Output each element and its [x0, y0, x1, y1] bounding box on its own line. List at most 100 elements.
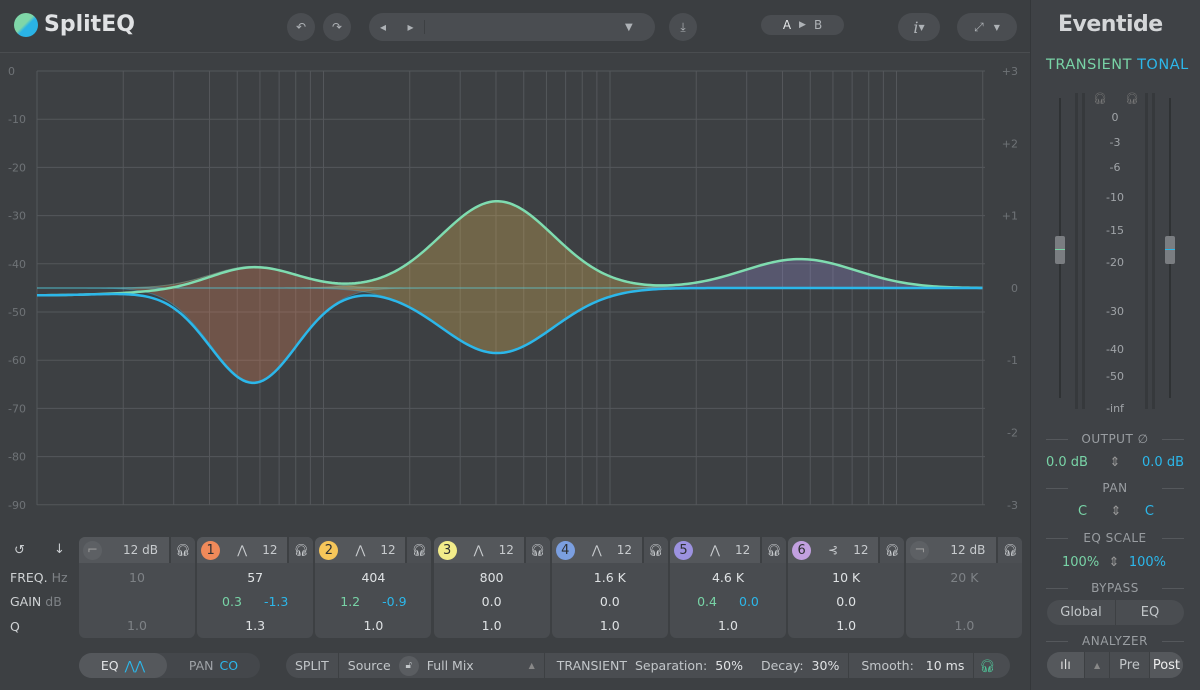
- eqscale-transient-value[interactable]: 100%: [1062, 555, 1099, 570]
- solo-transient-icon[interactable]: 🎧︎: [1093, 92, 1107, 105]
- analyzer-up-icon[interactable]: ▲: [1085, 652, 1111, 678]
- headphones-icon[interactable]: 🎧︎: [760, 537, 786, 563]
- q-value[interactable]: 1.0: [670, 613, 786, 637]
- slope-value[interactable]: 12: [617, 543, 642, 557]
- bell-icon[interactable]: ⋀: [587, 543, 607, 557]
- q-value[interactable]: 1.0: [906, 613, 1022, 637]
- link-stepper-icon[interactable]: ⇕: [1109, 555, 1120, 570]
- q-value[interactable]: 1.0: [434, 613, 550, 637]
- band-1[interactable]: 1 ⋀ 12 🎧︎ 57 0.3 -1.3 1.3: [197, 537, 314, 638]
- freq-value[interactable]: 10 K: [788, 565, 904, 589]
- gain-transient-value[interactable]: 0.3: [222, 594, 242, 609]
- separation-value[interactable]: 50%: [715, 658, 743, 673]
- gain-value[interactable]: 0.0: [600, 594, 620, 609]
- band-number-badge[interactable]: 2: [319, 540, 339, 560]
- solo-tonal-icon[interactable]: 🎧︎: [1125, 92, 1139, 105]
- slope-value[interactable]: 12 dB: [939, 543, 996, 557]
- prev-preset-button[interactable]: ◂: [369, 20, 397, 34]
- tonal-label[interactable]: TONAL: [1137, 57, 1189, 73]
- analyzer-pre-button[interactable]: Pre: [1110, 652, 1150, 678]
- high-shelf-icon[interactable]: ⊰: [823, 543, 843, 557]
- headphones-icon[interactable]: 🎧︎: [287, 537, 314, 563]
- freq-value[interactable]: 800: [434, 565, 550, 589]
- headphones-icon[interactable]: 🎧︎: [996, 537, 1023, 563]
- bell-icon[interactable]: ⋀: [350, 543, 370, 557]
- eqscale-tonal-value[interactable]: 100%: [1129, 555, 1166, 570]
- slope-value[interactable]: 12: [853, 543, 878, 557]
- bell-icon[interactable]: ⋀: [232, 543, 252, 557]
- source-selector[interactable]: Source 🔓︎ Full Mix ▲: [339, 653, 545, 678]
- bypass-eq-button[interactable]: EQ: [1116, 605, 1184, 620]
- tonal-fader-handle[interactable]: [1165, 236, 1175, 264]
- undo-button[interactable]: ↶: [287, 13, 315, 41]
- gain-value[interactable]: 0.0: [482, 594, 502, 609]
- bell-icon[interactable]: ⋀: [705, 543, 725, 557]
- pan-mode-button[interactable]: PAN CO: [167, 658, 260, 673]
- resize-button[interactable]: ⤢ ▼: [957, 13, 1017, 41]
- gain-value[interactable]: 0.0: [836, 594, 856, 609]
- freq-value[interactable]: 404: [315, 565, 431, 589]
- q-value[interactable]: 1.0: [79, 613, 195, 637]
- next-preset-button[interactable]: ▸: [397, 20, 425, 34]
- gain-transient-value[interactable]: 0.4: [697, 594, 717, 609]
- link-stepper-icon[interactable]: ⇕: [1110, 455, 1121, 470]
- freq-value[interactable]: 10: [79, 565, 195, 589]
- band-5[interactable]: 5 ⋀ 12 🎧︎ 4.6 K 0.4 0.0 1.0: [670, 537, 786, 638]
- redo-button[interactable]: ↷: [323, 13, 351, 41]
- q-value[interactable]: 1.3: [197, 613, 313, 637]
- band-number-badge[interactable]: 5: [674, 540, 693, 560]
- slope-value[interactable]: 12: [380, 543, 405, 557]
- pan-tonal-value[interactable]: C: [1145, 504, 1154, 519]
- band-4[interactable]: 4 ⋀ 12 🎧︎ 1.6 K 0.0 1.0: [551, 537, 668, 638]
- q-value[interactable]: 1.0: [315, 613, 431, 637]
- band-number-badge[interactable]: 4: [555, 540, 575, 560]
- band-number-badge[interactable]: 1: [201, 540, 221, 560]
- high-pass-toggle[interactable]: ⌐: [83, 540, 102, 560]
- slope-value[interactable]: 12 dB: [112, 543, 169, 557]
- bell-icon[interactable]: ⋀: [469, 543, 489, 557]
- gain-tonal-value[interactable]: 0.0: [739, 594, 759, 609]
- pan-transient-value[interactable]: C: [1078, 504, 1087, 519]
- transient-fader-handle[interactable]: [1055, 236, 1065, 264]
- low-pass-toggle[interactable]: ¬: [910, 540, 930, 560]
- headphones-icon[interactable]: 🎧︎: [405, 537, 432, 563]
- headphones-icon[interactable]: 🎧︎: [974, 658, 1000, 674]
- headphones-icon[interactable]: 🎧︎: [523, 537, 550, 563]
- preset-selector[interactable]: ◂ ▸ ▼: [369, 13, 655, 41]
- gain-transient-value[interactable]: 1.2: [340, 594, 360, 609]
- freq-value[interactable]: 1.6 K: [552, 565, 668, 589]
- gain-tonal-value[interactable]: -1.3: [264, 594, 288, 609]
- a-button[interactable]: A: [775, 18, 799, 32]
- analyzer-toggle-icon[interactable]: ılı: [1047, 652, 1085, 678]
- eq-graph[interactable]: 0 -10 -20 -30 -40 -50 -60 -70 -80 -90 +3 +2 +1 0 -1 -2 -…: [0, 54, 1028, 516]
- analyzer-post-button[interactable]: Post: [1149, 652, 1183, 678]
- band-6[interactable]: 6 ⊰ 12 🎧︎ 10 K 0.0 1.0: [788, 537, 905, 638]
- band-high-pass[interactable]: ⌐ 12 dB 🎧︎ 10 1.0: [79, 537, 195, 638]
- reset-icon[interactable]: ↺: [14, 543, 25, 558]
- slope-value[interactable]: 12: [499, 543, 524, 557]
- headphones-icon[interactable]: 🎧︎: [878, 537, 905, 563]
- bypass-global-button[interactable]: Global: [1047, 600, 1116, 625]
- down-arrow-icon[interactable]: ↓: [54, 542, 65, 557]
- q-value[interactable]: 1.0: [552, 613, 668, 637]
- freq-value[interactable]: 4.6 K: [670, 565, 786, 589]
- info-button[interactable]: i ▼: [898, 13, 940, 41]
- slope-value[interactable]: 12: [262, 543, 287, 557]
- transient-label[interactable]: TRANSIENT: [1046, 57, 1132, 73]
- link-stepper-icon[interactable]: ⇕: [1111, 504, 1122, 519]
- band-3[interactable]: 3 ⋀ 12 🎧︎ 800 0.0 1.0: [433, 537, 550, 638]
- b-button[interactable]: B: [806, 18, 830, 32]
- band-number-badge[interactable]: 6: [792, 540, 812, 560]
- headphones-icon[interactable]: 🎧︎: [641, 537, 668, 563]
- band-2[interactable]: 2 ⋀ 12 🎧︎ 404 1.2 -0.9 1.0: [315, 537, 432, 638]
- headphones-icon[interactable]: 🎧︎: [169, 537, 195, 563]
- band-number-badge[interactable]: 3: [437, 540, 457, 560]
- q-value[interactable]: 1.0: [788, 613, 904, 637]
- output-transient-value[interactable]: 0.0 dB: [1046, 455, 1088, 470]
- freq-value[interactable]: 57: [197, 565, 313, 589]
- slope-value[interactable]: 12: [735, 543, 760, 557]
- eq-mode-button[interactable]: EQ ⋀⋀: [79, 653, 167, 678]
- freq-value[interactable]: 20 K: [906, 565, 1022, 589]
- smooth-value[interactable]: 10 ms: [926, 658, 965, 673]
- decay-value[interactable]: 30%: [812, 658, 840, 673]
